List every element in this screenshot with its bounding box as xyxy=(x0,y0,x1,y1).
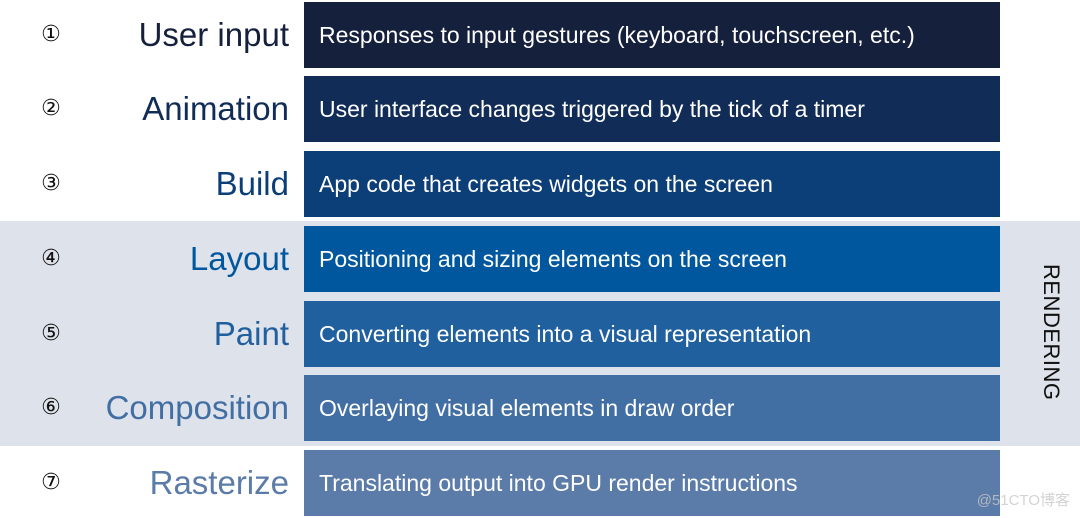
stage-description-box: Positioning and sizing elements on the s… xyxy=(304,226,1000,292)
stage-row: ④ Layout Positioning and sizing elements… xyxy=(0,226,1000,292)
stage-description-box: Converting elements into a visual repres… xyxy=(304,301,1000,367)
stage-name: Paint xyxy=(213,315,289,352)
stage-number: ⑦ xyxy=(41,470,61,495)
rendering-group-label: RENDERING xyxy=(1039,264,1064,401)
stage-name: Composition xyxy=(105,389,289,426)
stage-row: ③ Build App code that creates widgets on… xyxy=(0,151,1000,217)
stage-name: User input xyxy=(138,16,289,53)
watermark: @51CTO博客 xyxy=(976,492,1070,509)
stage-name: Build xyxy=(215,165,289,202)
stage-description-box: App code that creates widgets on the scr… xyxy=(304,151,1000,217)
stage-row: ② Animation User interface changes trigg… xyxy=(0,76,1000,142)
stage-number: ② xyxy=(41,96,61,121)
stage-name: Rasterize xyxy=(149,464,289,501)
stage-number: ③ xyxy=(41,171,61,196)
stage-name: Layout xyxy=(189,240,289,277)
stage-number: ⑥ xyxy=(41,395,61,420)
stage-description-box: Overlaying visual elements in draw order xyxy=(304,375,1000,441)
stage-number: ⑤ xyxy=(41,321,61,346)
stage-row: ⑤ Paint Converting elements into a visua… xyxy=(0,301,1000,367)
stage-number: ④ xyxy=(41,246,61,271)
stage-row: ⑦ Rasterize Translating output into GPU … xyxy=(0,450,1000,516)
stage-name: Animation xyxy=(142,90,289,127)
stage-description-box: Responses to input gestures (keyboard, t… xyxy=(304,2,1000,68)
stage-row: ① User input Responses to input gestures… xyxy=(0,2,1000,68)
stage-number: ① xyxy=(41,22,61,47)
stage-description-box: Translating output into GPU render instr… xyxy=(304,450,1000,516)
stage-description-box: User interface changes triggered by the … xyxy=(304,76,1000,142)
stage-row: ⑥ Composition Overlaying visual elements… xyxy=(0,375,1000,441)
